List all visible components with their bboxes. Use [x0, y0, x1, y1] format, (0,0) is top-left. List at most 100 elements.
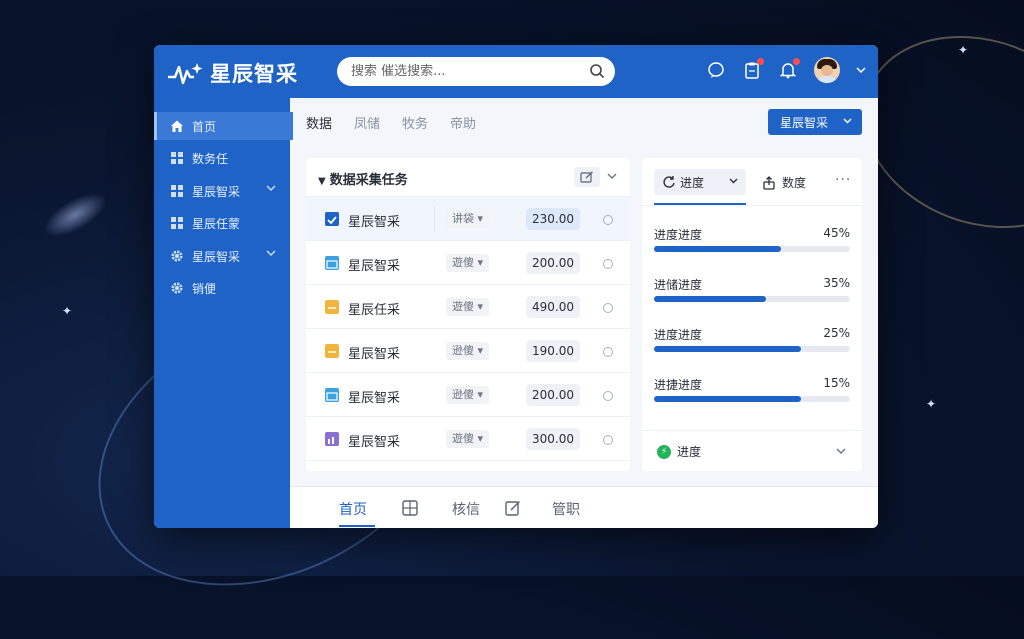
row-status-tag[interactable]: 逊傻 ▾: [446, 386, 490, 404]
divider: [642, 430, 862, 431]
table-row[interactable]: 星辰智采 逊傻 ▾ 190.00: [306, 328, 630, 373]
chevron-down-icon[interactable]: [266, 185, 276, 191]
progress-value: 15%: [823, 376, 850, 390]
sidebar-item-label: 星辰智采: [192, 249, 241, 264]
tab-storage[interactable]: 凤储: [354, 113, 380, 132]
bottom-nav-verify[interactable]: 核信: [452, 499, 480, 519]
progress-fill: [654, 396, 801, 402]
task-panel: ▼ 数据采集任务 星辰智采 讲袋 ▾ 230.00 星辰智采 遊傻 ▾ 200.0…: [306, 158, 630, 471]
clipboard-icon[interactable]: [742, 58, 764, 80]
tab-tasks[interactable]: 牧务: [402, 113, 428, 132]
progress-footer-label: 进度: [677, 445, 702, 459]
edit-icon[interactable]: [505, 500, 521, 516]
row-status-tag[interactable]: 遊傻 ▾: [446, 254, 490, 272]
header-actions: [706, 57, 866, 83]
chat-icon[interactable]: [706, 60, 726, 80]
active-nav-indicator: [339, 525, 375, 527]
calendar-icon: [325, 388, 339, 402]
tab-share[interactable]: 数度: [762, 174, 806, 191]
sidebar-item-home[interactable]: 首页: [154, 112, 293, 140]
row-radio[interactable]: [603, 259, 613, 269]
star-icon: ✦: [62, 304, 73, 318]
row-status-tag[interactable]: 遊傻 ▾: [446, 430, 490, 448]
tab-data[interactable]: 数据: [306, 113, 332, 132]
row-name: 星辰任采: [348, 303, 401, 318]
progress-track: [654, 296, 850, 302]
sidebar-item-label: 星辰智采: [192, 184, 241, 199]
chevron-down-icon: [729, 178, 738, 184]
row-name: 星辰智采: [348, 259, 401, 274]
chevron-down-icon[interactable]: [266, 250, 276, 256]
chevron-down-icon[interactable]: [856, 67, 866, 73]
collapse-triangle-icon: ▼: [318, 176, 326, 187]
tab-help[interactable]: 帝助: [450, 113, 476, 132]
sidebar-item-task-list[interactable]: 星辰任蒙: [154, 209, 290, 237]
grid-icon: [170, 184, 184, 198]
bottom-nav: 首页 核信 管职: [290, 486, 878, 528]
progress-value: 45%: [823, 226, 850, 240]
table-row[interactable]: 星辰智采 讲袋 ▾ 230.00: [306, 196, 630, 241]
sidebar: 首页 数务任 星辰智采 星辰任蒙 星辰智采 销便: [154, 98, 293, 528]
more-icon[interactable]: ···: [835, 172, 851, 188]
bottom-nav-home[interactable]: 首页: [339, 499, 367, 519]
bottom-nav-manage[interactable]: 管职: [552, 499, 580, 519]
sidebar-item-settings[interactable]: 销便: [154, 274, 290, 302]
row-name: 星辰智采: [348, 391, 401, 406]
row-status-tag[interactable]: 逊傻 ▾: [446, 342, 490, 360]
progress-track: [654, 346, 850, 352]
progress-label: 进储进度: [654, 278, 703, 292]
row-radio[interactable]: [603, 391, 613, 401]
progress-track: [654, 246, 850, 252]
row-status-tag[interactable]: 遊傻 ▾: [446, 298, 490, 316]
notification-dot: [757, 58, 764, 65]
progress-panel: 进度 数度 ··· 进度进度 45% 进储进度 35% 进度进度 25% 进捷进…: [642, 158, 862, 471]
row-value: 190.00: [526, 340, 580, 362]
row-status-tag[interactable]: 讲袋 ▾: [446, 210, 490, 228]
row-value: 300.00: [526, 428, 580, 450]
progress-fill: [654, 246, 782, 252]
row-value: 490.00: [526, 296, 580, 318]
chart-icon: [325, 432, 339, 446]
task-panel-header: ▼ 数据采集任务: [306, 158, 630, 196]
avatar[interactable]: [814, 57, 840, 83]
chevron-down-icon[interactable]: [607, 173, 617, 179]
edit-icon[interactable]: [574, 167, 600, 187]
galaxy-decoration: [37, 184, 113, 246]
sidebar-item-collect[interactable]: 星辰智采: [154, 177, 290, 205]
bell-icon[interactable]: [778, 58, 800, 80]
row-value: 230.00: [526, 208, 580, 230]
chevron-down-icon[interactable]: [836, 448, 846, 454]
main-tabs: 数据 凤储 牧务 帝助: [306, 113, 476, 132]
checkbox-icon[interactable]: [325, 212, 339, 226]
progress-track: [654, 396, 850, 402]
table-row[interactable]: 星辰任采 遊傻 ▾ 490.00: [306, 284, 630, 329]
sidebar-item-settings-group[interactable]: 星辰智采: [154, 242, 290, 270]
row-radio[interactable]: [603, 347, 613, 357]
sidebar-item-tasks[interactable]: 数务任: [154, 144, 290, 172]
task-panel-title-text: 数据采集任务: [329, 173, 408, 188]
tab-progress[interactable]: 进度: [654, 169, 746, 195]
tab-share-label: 数度: [782, 176, 807, 190]
sidebar-item-label: 星辰任蒙: [192, 216, 241, 231]
search-input[interactable]: [349, 63, 583, 80]
search-icon[interactable]: [589, 63, 605, 79]
row-radio[interactable]: [603, 303, 613, 313]
row-radio[interactable]: [603, 215, 613, 225]
grid-icon[interactable]: [402, 500, 418, 516]
row-radio[interactable]: [603, 435, 613, 445]
app-title: 星辰智采: [210, 62, 298, 86]
progress-label: 进度进度: [654, 228, 703, 242]
tab-progress-label: 进度: [680, 175, 705, 190]
gear-icon: [170, 249, 184, 263]
project-dropdown[interactable]: 星辰智采: [768, 109, 862, 135]
search-box[interactable]: [337, 57, 615, 86]
progress-fill: [654, 346, 801, 352]
task-panel-title[interactable]: ▼ 数据采集任务: [318, 169, 408, 188]
table-row[interactable]: 星辰智采 逊傻 ▾ 200.00: [306, 372, 630, 417]
top-bar: 星辰智采: [154, 45, 878, 98]
progress-footer[interactable]: ⚡ 进度: [657, 443, 701, 460]
table-row[interactable]: 星辰智采 遊傻 ▾ 200.00: [306, 240, 630, 285]
progress-item: 进度进度 25%: [654, 326, 850, 356]
table-row[interactable]: 星辰智采 遊傻 ▾ 300.00: [306, 416, 630, 461]
app-logo[interactable]: 星辰智采: [168, 58, 298, 88]
